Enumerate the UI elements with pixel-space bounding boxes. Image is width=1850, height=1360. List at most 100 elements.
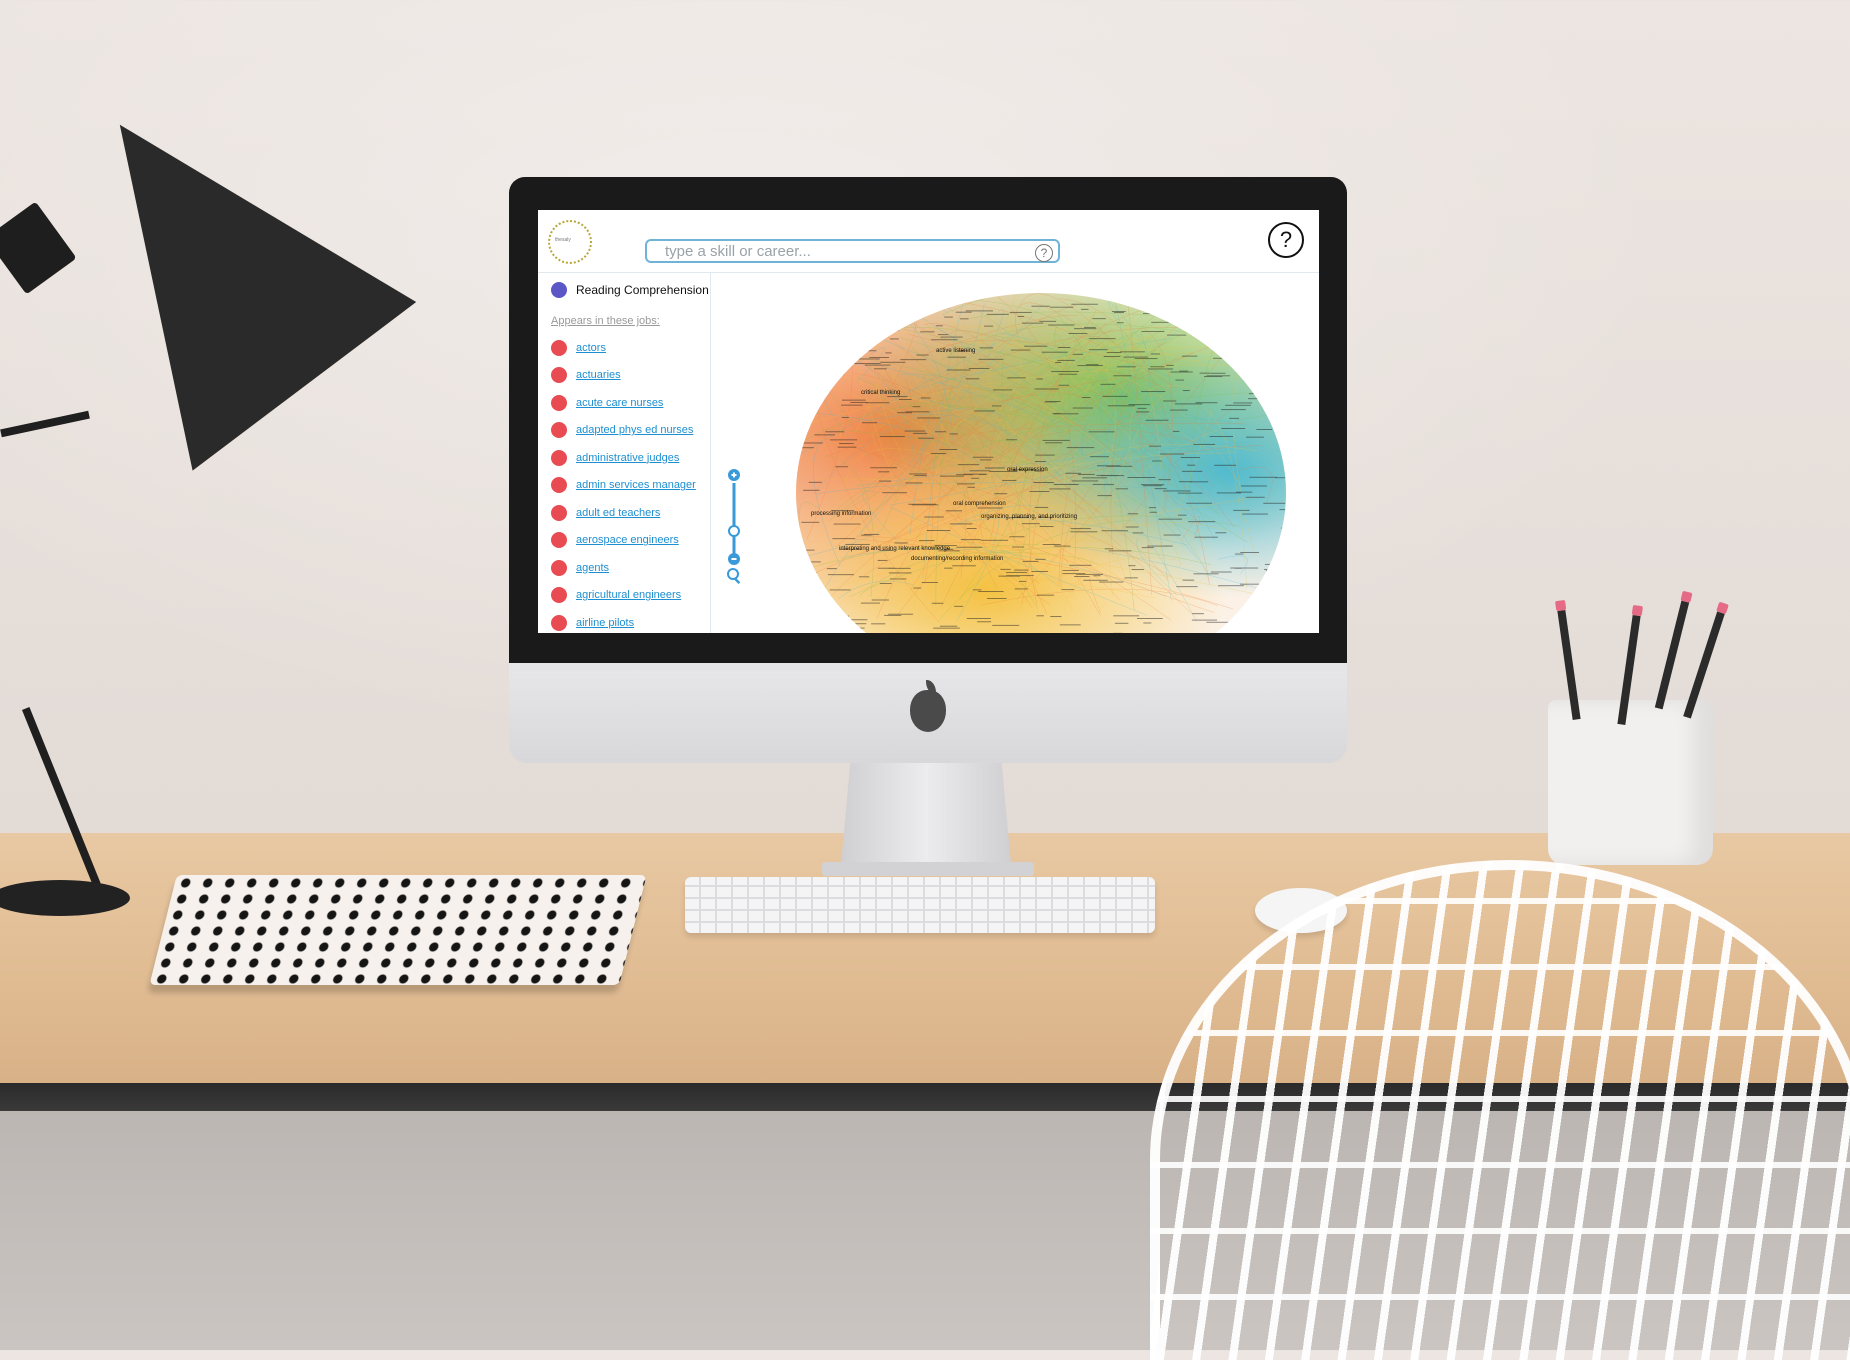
zoom-slider-track[interactable] bbox=[733, 483, 736, 559]
graph-node-label bbox=[927, 530, 950, 531]
job-item[interactable]: aerospace engineers bbox=[551, 527, 696, 555]
graph-node-label bbox=[924, 517, 944, 518]
graph-cloud bbox=[711, 273, 1319, 633]
graph-node-label bbox=[814, 434, 835, 435]
graph-node-label bbox=[1187, 465, 1195, 466]
graph-node-label bbox=[871, 331, 881, 332]
job-link[interactable]: actuaries bbox=[576, 369, 621, 381]
graph-node-label bbox=[925, 310, 935, 311]
graph-node-label[interactable]: critical thinking bbox=[861, 390, 900, 396]
graph-node-label bbox=[1097, 465, 1120, 466]
graph-node-label bbox=[1007, 377, 1025, 378]
graph-node-label bbox=[1035, 461, 1046, 462]
graph-node-label bbox=[1170, 410, 1188, 411]
graph-node-label bbox=[1186, 503, 1212, 504]
graph-node-label bbox=[1048, 325, 1074, 326]
job-link[interactable]: airline pilots bbox=[576, 617, 634, 629]
graph-node-label bbox=[912, 504, 939, 505]
graph-node-label bbox=[1192, 620, 1217, 621]
job-link[interactable]: administrative judges bbox=[576, 452, 679, 464]
zoom-fit-search-icon[interactable] bbox=[728, 569, 738, 579]
selected-skill[interactable]: Reading Comprehension bbox=[551, 282, 709, 298]
job-link[interactable]: adapted phys ed nurses bbox=[576, 424, 693, 436]
graph-node-label bbox=[946, 510, 962, 511]
job-item[interactable]: adult ed teachers bbox=[551, 499, 696, 527]
skill-network-graph[interactable]: oral comprehension organizing, planning, … bbox=[711, 273, 1319, 633]
job-item[interactable]: administrative judges bbox=[551, 444, 696, 472]
graph-node-label bbox=[1159, 479, 1171, 480]
graph-node-label bbox=[1235, 359, 1261, 360]
job-link[interactable]: agricultural engineers bbox=[576, 589, 681, 601]
graph-node-label bbox=[1089, 349, 1108, 350]
job-link[interactable]: adult ed teachers bbox=[576, 507, 660, 519]
graph-node-label bbox=[1213, 358, 1235, 359]
graph-node-label bbox=[1221, 409, 1246, 410]
graph-node-label bbox=[1093, 575, 1100, 576]
graph-node-label[interactable]: documenting/recording information bbox=[911, 556, 1003, 562]
graph-node-label bbox=[1246, 497, 1265, 498]
graph-node-label bbox=[1136, 411, 1149, 412]
graph-node-label bbox=[1062, 589, 1075, 590]
graph-node-label bbox=[973, 589, 982, 590]
graph-node-label bbox=[850, 402, 867, 403]
graph-node-label bbox=[1054, 413, 1061, 414]
graph-node-label bbox=[1050, 616, 1061, 617]
graph-node-label bbox=[975, 411, 995, 412]
graph-node-label[interactable]: organizing, planning, and prioritizing bbox=[981, 514, 1077, 520]
graph-node-label bbox=[830, 589, 851, 590]
graph-node-label bbox=[1051, 371, 1079, 372]
graph-node-label bbox=[1263, 621, 1274, 622]
graph-node-label bbox=[1000, 569, 1010, 570]
search-input[interactable] bbox=[663, 242, 1017, 261]
graph-node-label bbox=[861, 603, 880, 604]
graph-node-label bbox=[1070, 531, 1097, 532]
job-link[interactable]: aerospace engineers bbox=[576, 534, 679, 546]
graph-node-label bbox=[994, 493, 1007, 494]
zoom-controls[interactable] bbox=[723, 466, 745, 606]
job-item[interactable]: actuaries bbox=[551, 362, 696, 390]
graph-node-label bbox=[1182, 356, 1198, 357]
job-link[interactable]: actors bbox=[576, 342, 606, 354]
job-link[interactable]: agents bbox=[576, 562, 609, 574]
graph-node-label bbox=[1074, 328, 1096, 329]
graph-node-label bbox=[1006, 572, 1027, 573]
graph-node-label bbox=[1159, 519, 1182, 520]
graph-node-label bbox=[1248, 324, 1273, 325]
graph-node-label bbox=[888, 614, 913, 615]
job-item[interactable]: admin services manager bbox=[551, 472, 696, 500]
graph-node-label bbox=[1287, 355, 1293, 356]
graph-node-label bbox=[1011, 350, 1031, 351]
graph-node-label bbox=[1049, 488, 1070, 489]
graph-node-label[interactable]: active listening bbox=[936, 348, 975, 354]
graph-node-label bbox=[1194, 573, 1219, 574]
selected-skill-label: Reading Comprehension bbox=[576, 283, 709, 297]
zoom-slider-handle[interactable] bbox=[729, 526, 739, 536]
graph-node-label bbox=[827, 568, 837, 569]
graph-node-label bbox=[1171, 372, 1193, 373]
job-dot-icon bbox=[551, 367, 567, 383]
graph-node-label bbox=[913, 588, 921, 589]
graph-node-label bbox=[1141, 484, 1164, 485]
graph-node-label bbox=[1135, 358, 1158, 359]
graph-node-label bbox=[1128, 513, 1138, 514]
search-bar[interactable]: ? bbox=[645, 239, 1060, 263]
graph-node-label bbox=[1211, 572, 1232, 573]
job-item[interactable]: acute care nurses bbox=[551, 389, 696, 417]
job-item[interactable]: airline pilots bbox=[551, 609, 696, 633]
job-item[interactable]: actors bbox=[551, 334, 696, 362]
job-link[interactable]: admin services manager bbox=[576, 479, 696, 491]
search-help-icon[interactable]: ? bbox=[1035, 244, 1053, 262]
graph-node-label[interactable]: oral comprehension bbox=[953, 501, 1006, 507]
help-button[interactable]: ? bbox=[1268, 222, 1304, 258]
job-item[interactable]: agricultural engineers bbox=[551, 582, 696, 610]
job-item[interactable]: adapted phys ed nurses bbox=[551, 417, 696, 445]
graph-node-label[interactable]: processing information bbox=[811, 511, 871, 517]
graph-node-label[interactable]: oral expression bbox=[1007, 467, 1048, 473]
graph-node-label bbox=[1023, 561, 1039, 562]
graph-node-label bbox=[1113, 615, 1139, 616]
graph-node-label bbox=[961, 539, 981, 540]
graph-node-label bbox=[1043, 440, 1070, 441]
job-link[interactable]: acute care nurses bbox=[576, 397, 663, 409]
job-item[interactable]: agents bbox=[551, 554, 696, 582]
graph-node-label[interactable]: interpreting and using relevant knowledg… bbox=[839, 546, 951, 552]
